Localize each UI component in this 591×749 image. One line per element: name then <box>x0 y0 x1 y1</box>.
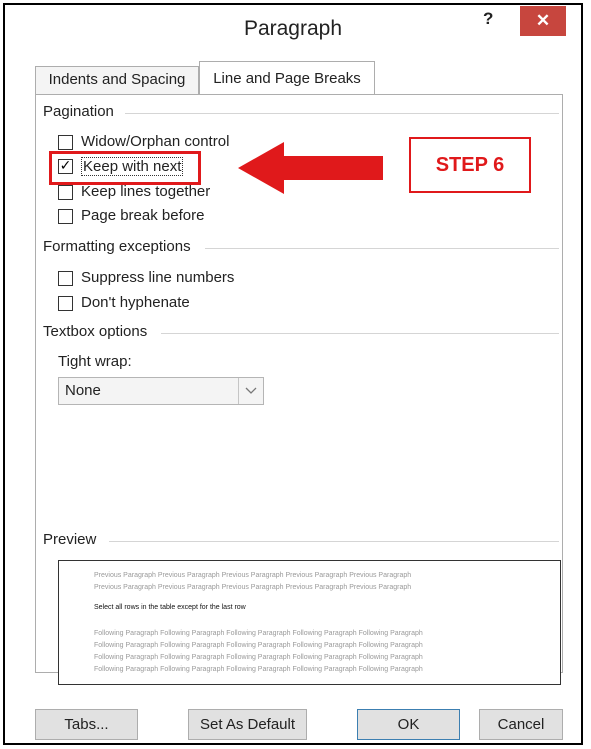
suppress-line-numbers-checkbox[interactable] <box>58 271 73 286</box>
tight-wrap-select[interactable]: None <box>58 377 264 405</box>
tab-line-and-page-breaks[interactable]: Line and Page Breaks <box>199 61 375 95</box>
preview-box: Previous Paragraph Previous Paragraph Pr… <box>58 560 561 685</box>
dont-hyphenate-checkbox[interactable] <box>58 296 73 311</box>
widow-orphan-checkbox[interactable] <box>58 135 73 150</box>
tab-indents-and-spacing[interactable]: Indents and Spacing <box>35 66 199 94</box>
dont-hyphenate-label[interactable]: Don't hyphenate <box>81 294 190 311</box>
pagination-heading: Pagination <box>43 103 120 120</box>
page-break-before-label[interactable]: Page break before <box>81 207 204 224</box>
widow-orphan-label[interactable]: Widow/Orphan control <box>81 133 229 150</box>
preview-previous-line: Previous Paragraph Previous Paragraph Pr… <box>94 584 412 591</box>
page-break-before-checkbox[interactable] <box>58 209 73 224</box>
title-bar: Paragraph ? ✕ <box>5 5 581 49</box>
textbox-options-divider <box>161 333 559 334</box>
preview-previous-line: Previous Paragraph Previous Paragraph Pr… <box>94 572 412 579</box>
red-arrow-icon <box>238 142 383 194</box>
preview-divider <box>109 541 559 542</box>
preview-following-line: Following Paragraph Following Paragraph … <box>94 654 423 661</box>
step-callout: STEP 6 <box>409 137 531 193</box>
help-button[interactable]: ? <box>483 9 493 29</box>
suppress-line-numbers-label[interactable]: Suppress line numbers <box>81 269 234 286</box>
pagination-divider <box>125 113 559 114</box>
window-title: Paragraph <box>243 17 343 40</box>
preview-following-line: Following Paragraph Following Paragraph … <box>94 630 423 637</box>
preview-following-line: Following Paragraph Following Paragraph … <box>94 666 423 673</box>
cancel-button[interactable]: Cancel <box>479 709 563 740</box>
preview-heading: Preview <box>43 531 103 548</box>
preview-selected-text: Select all rows in the table except for … <box>94 604 246 611</box>
keep-lines-together-label[interactable]: Keep lines together <box>81 183 210 200</box>
keep-with-next-highlight <box>49 151 201 185</box>
chevron-down-icon[interactable] <box>238 378 263 404</box>
textbox-options-heading: Textbox options <box>43 323 154 340</box>
preview-following-line: Following Paragraph Following Paragraph … <box>94 642 423 649</box>
close-button[interactable]: ✕ <box>520 6 566 36</box>
keep-lines-together-checkbox[interactable] <box>58 185 73 200</box>
tight-wrap-label: Tight wrap: <box>58 353 132 370</box>
formatting-exceptions-heading: Formatting exceptions <box>43 238 197 255</box>
set-as-default-button[interactable]: Set As Default <box>188 709 307 740</box>
ok-button[interactable]: OK <box>357 709 460 740</box>
tight-wrap-value: None <box>65 382 101 399</box>
paragraph-dialog: Paragraph ? ✕ Indents and Spacing Line a… <box>3 3 583 745</box>
tabs-button[interactable]: Tabs... <box>35 709 138 740</box>
formatting-exceptions-divider <box>205 248 559 249</box>
